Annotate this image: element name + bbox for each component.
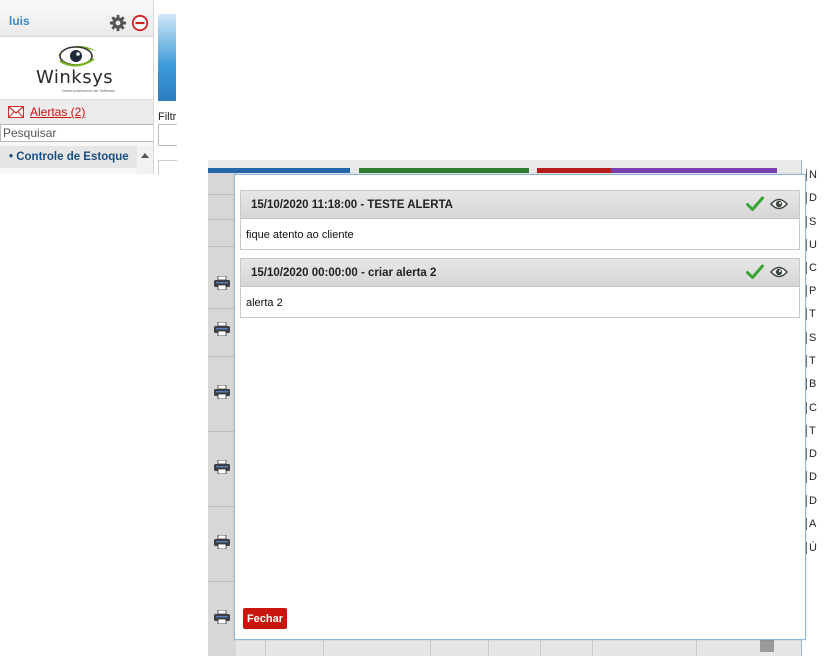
alert-title: 15/10/2020 00:00:00 - criar alerta 2 <box>251 267 437 279</box>
column-item[interactable]: S <box>806 216 816 228</box>
column-divider <box>323 638 324 656</box>
column-divider <box>592 638 593 656</box>
filter-input-secondary[interactable] <box>158 160 177 175</box>
column-item[interactable]: C <box>806 262 817 274</box>
eye-icon[interactable] <box>770 265 788 279</box>
gutter-divider <box>208 506 236 507</box>
alert-text: alerta 2 <box>246 297 283 309</box>
column-item[interactable]: P <box>806 285 816 297</box>
column-item[interactable]: Ú <box>806 542 817 554</box>
gutter-divider <box>208 581 236 582</box>
column-divider <box>540 638 541 656</box>
row-checkbox[interactable] <box>760 638 774 652</box>
eye-icon[interactable] <box>770 197 788 211</box>
column-item[interactable]: D <box>806 471 817 483</box>
logo-wordmark: Winksys <box>36 67 114 88</box>
alert-text: fique atento ao cliente <box>246 229 354 241</box>
alerts-link[interactable]: Alertas (2) <box>30 105 85 119</box>
filter-label: Filtro <box>158 111 176 123</box>
column-divider <box>265 638 266 656</box>
column-item[interactable]: T <box>806 308 816 320</box>
header-banner <box>158 14 176 101</box>
user-bar: luis <box>0 4 153 37</box>
gutter-divider <box>208 431 236 432</box>
column-item[interactable]: A <box>806 518 816 530</box>
column-item[interactable]: N <box>806 169 817 181</box>
column-divider <box>488 638 489 656</box>
filter-input[interactable] <box>158 124 177 146</box>
search-input[interactable] <box>0 124 153 142</box>
gutter-divider <box>208 246 236 247</box>
sidebar-scrollbar[interactable] <box>137 146 153 174</box>
sidebar: luis Winksys Desenvolvimento de Software… <box>0 0 154 174</box>
column-divider <box>696 638 697 656</box>
company-logo: Winksys Desenvolvimento de Software <box>0 37 153 99</box>
gutter-divider <box>208 194 236 195</box>
alert-header: 15/10/2020 11:18:00 - TESTE ALERTA <box>241 191 799 219</box>
printer-icon[interactable] <box>214 322 230 336</box>
column-item[interactable]: S <box>806 332 816 344</box>
user-name[interactable]: luis <box>9 14 30 28</box>
printer-icon[interactable] <box>214 535 230 549</box>
column-item[interactable]: T <box>806 425 816 437</box>
alerts-row: Alertas (2) <box>0 99 153 125</box>
column-item[interactable]: D <box>806 448 817 460</box>
logout-icon[interactable] <box>131 14 149 32</box>
scroll-up-icon[interactable] <box>141 153 149 158</box>
column-item[interactable]: B <box>806 378 816 390</box>
printer-icon[interactable] <box>214 460 230 474</box>
column-item[interactable]: D <box>806 192 817 204</box>
tab-bar-red <box>537 168 611 173</box>
printer-icon[interactable] <box>214 610 230 624</box>
column-item[interactable]: D <box>806 495 817 507</box>
close-button[interactable]: Fechar <box>243 608 287 629</box>
check-icon[interactable] <box>746 264 764 280</box>
sidebar-item-label: • Controle de Estoque <box>9 151 129 163</box>
column-item[interactable]: T <box>806 355 816 367</box>
alert-header: 15/10/2020 00:00:00 - criar alerta 2 <box>241 259 799 287</box>
printer-icon[interactable] <box>214 385 230 399</box>
column-item[interactable]: U <box>806 239 817 251</box>
column-item[interactable]: C <box>806 402 817 414</box>
alert-card: 15/10/2020 00:00:00 - criar alerta 2 ale… <box>240 258 800 318</box>
check-icon[interactable] <box>746 196 764 212</box>
gutter-divider <box>208 356 236 357</box>
logo-tagline: Desenvolvimento de Software <box>62 88 116 93</box>
printer-icon[interactable] <box>214 276 230 290</box>
column-divider <box>430 638 431 656</box>
alert-body: alerta 2 <box>241 287 799 317</box>
alert-title: 15/10/2020 11:18:00 - TESTE ALERTA <box>251 199 453 211</box>
mail-icon[interactable] <box>8 106 24 118</box>
gutter-divider <box>208 308 236 309</box>
tab-bar-purple <box>611 168 777 173</box>
gutter-divider <box>208 219 236 220</box>
gear-icon[interactable] <box>109 14 127 32</box>
table-footer-strip <box>236 638 801 656</box>
row-gutter <box>208 173 237 656</box>
tab-bar-green <box>359 168 529 173</box>
sidebar-item-controle-estoque[interactable]: • Controle de Estoque <box>0 146 137 168</box>
alert-body: fique atento ao cliente <box>241 219 799 249</box>
alert-card: 15/10/2020 11:18:00 - TESTE ALERTA fique… <box>240 190 800 250</box>
alerts-modal: 15/10/2020 11:18:00 - TESTE ALERTA fique… <box>234 174 806 640</box>
